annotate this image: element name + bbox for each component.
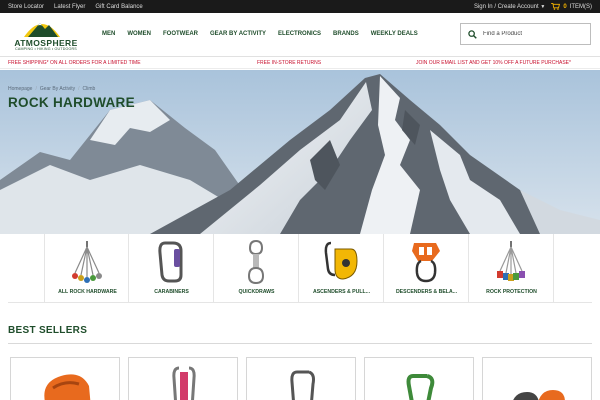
product-image (290, 370, 315, 400)
divider (8, 302, 592, 303)
best-sellers-row (10, 357, 592, 400)
product-card[interactable] (10, 357, 120, 400)
breadcrumb-climb[interactable]: Climb (83, 86, 96, 92)
utility-links: Store Locator Latest Flyer Gift Card Bal… (0, 4, 143, 10)
atmosphere-logo[interactable]: ATMOSPHERE CAMPING • HIKING • OUTDOORS (6, 17, 86, 55)
breadcrumb-separator: / (35, 86, 37, 92)
breadcrumb-gear-by-activity[interactable]: Gear By Activity (40, 86, 75, 92)
category-label: CARABINERS (154, 289, 189, 295)
category-label: ASCENDERS & PULL... (312, 289, 371, 295)
category-strip: ALL ROCK HARDWARE CARABINERS QUICKDRAWS … (44, 234, 555, 302)
belay-device-icon (412, 243, 440, 283)
site-header: ATMOSPHERE CAMPING • HIKING • OUTDOORS M… (0, 13, 600, 57)
cam-set-icon (72, 241, 102, 283)
category-label: ALL ROCK HARDWARE (58, 289, 117, 295)
promo-free-returns[interactable]: FREE IN-STORE RETURNS (257, 60, 321, 66)
category-descenders-belay[interactable]: DESCENDERS & BELA... (384, 234, 469, 302)
account-cart-area: Sign In / Create Account ▼ 0 ITEM(S) (474, 3, 600, 10)
promo-free-shipping[interactable]: FREE SHIPPING* ON ALL ORDERS FOR A LIMIT… (8, 60, 141, 66)
store-locator-link[interactable]: Store Locator (8, 4, 44, 10)
product-image (406, 374, 435, 400)
nav-item-women[interactable]: WOMEN (127, 31, 151, 37)
nav-item-footwear[interactable]: FOOTWEAR (163, 31, 198, 37)
nav-item-men[interactable]: MEN (102, 31, 115, 37)
product-image (44, 374, 91, 400)
search-icon[interactable] (461, 29, 483, 39)
logo-tagline: CAMPING • HIKING • OUTDOORS (15, 47, 77, 51)
divider (8, 343, 592, 344)
latest-flyer-link[interactable]: Latest Flyer (54, 4, 85, 10)
search-box (460, 23, 591, 45)
utility-bar: Store Locator Latest Flyer Gift Card Bal… (0, 0, 600, 13)
category-label: DESCENDERS & BELA... (395, 289, 458, 295)
product-image (513, 390, 565, 400)
page-title: ROCK HARDWARE (8, 95, 135, 110)
category-ascenders-pulleys[interactable]: ASCENDERS & PULL... (299, 234, 384, 302)
promo-bar: FREE SHIPPING* ON ALL ORDERS FOR A LIMIT… (0, 57, 600, 69)
breadcrumb-separator: / (78, 86, 80, 92)
product-card[interactable] (246, 357, 356, 400)
main-nav: MEN WOMEN FOOTWEAR GEAR BY ACTIVITY ELEC… (102, 31, 418, 37)
product-image (172, 366, 196, 400)
category-label: ROCK PROTECTION (486, 289, 537, 295)
breadcrumb-homepage[interactable]: Homepage (8, 86, 32, 92)
carabiner-icon (158, 241, 183, 283)
product-card[interactable] (128, 357, 238, 400)
nav-item-brands[interactable]: BRANDS (333, 31, 359, 37)
promo-email-signup[interactable]: JOIN OUR EMAIL LIST AND GET 10% OFF A FU… (416, 60, 571, 66)
search-input[interactable] (483, 31, 583, 37)
cart-label: ITEM(S) (569, 3, 592, 10)
chevron-down-icon: ▼ (540, 3, 546, 10)
product-card[interactable] (482, 357, 592, 400)
category-carabiners[interactable]: CARABINERS (129, 234, 214, 302)
product-card[interactable] (364, 357, 474, 400)
shopping-cart-icon (551, 3, 561, 10)
quickdraw-icon (247, 239, 265, 285)
nav-item-electronics[interactable]: ELECTRONICS (278, 31, 321, 37)
account-link-label: Sign In / Create Account (473, 3, 539, 10)
pulley-icon (324, 241, 358, 280)
category-label: QUICKDRAWS (238, 289, 275, 295)
nav-item-weekly-deals[interactable]: WEEKLY DEALS (371, 31, 418, 37)
account-link[interactable]: Sign In / Create Account ▼ (474, 4, 545, 10)
category-quickdraws[interactable]: QUICKDRAWS (214, 234, 299, 302)
breadcrumb: Homepage / Gear By Activity / Climb (8, 86, 95, 92)
best-sellers-heading: BEST SELLERS (8, 325, 88, 336)
logo-mountain-icon (24, 23, 60, 37)
category-all-rock-hardware[interactable]: ALL ROCK HARDWARE (44, 234, 129, 302)
nav-item-gear-by-activity[interactable]: GEAR BY ACTIVITY (210, 31, 266, 37)
category-rock-protection[interactable]: ROCK PROTECTION (469, 234, 554, 302)
search-glyph (467, 29, 477, 39)
cart-count: 0 (563, 3, 567, 10)
gift-card-balance-link[interactable]: Gift Card Balance (95, 4, 142, 10)
nut-set-icon (497, 241, 525, 281)
cart-button[interactable]: 0 ITEM(S) (551, 3, 592, 10)
hero-banner: Homepage / Gear By Activity / Climb ROCK… (0, 70, 600, 234)
